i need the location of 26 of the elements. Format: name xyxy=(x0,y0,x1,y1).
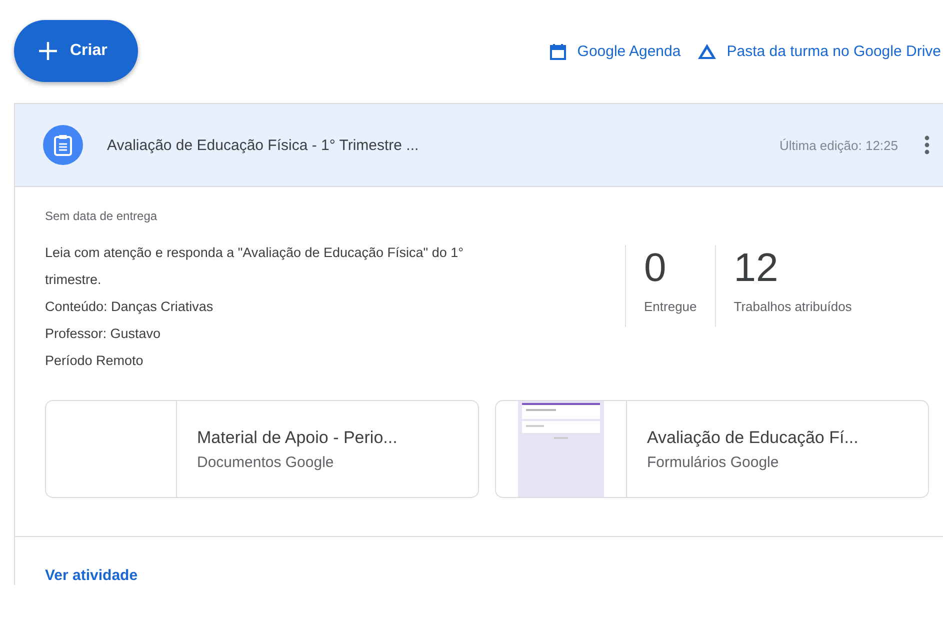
stat-number: 12 xyxy=(734,245,780,291)
more-icon[interactable] xyxy=(924,135,930,155)
view-activity-link[interactable]: Ver atividade xyxy=(45,567,138,584)
last-edit-time: Última edição: 12:25 xyxy=(779,138,898,152)
plus-icon xyxy=(38,40,58,60)
attachment-card[interactable]: Avaliação de Educação Fí... Formulários Google xyxy=(495,400,929,498)
assignment-icon xyxy=(43,125,83,165)
stat-label: Entregue xyxy=(644,299,697,314)
triangle-icon xyxy=(696,42,717,60)
description-line: Conteúdo: Danças Criativas xyxy=(45,298,214,316)
stat-label: Trabalhos atribuídos xyxy=(734,299,852,314)
assignment-title: Avaliação de Educação Física - 1° Trimestre ... xyxy=(107,136,420,154)
description-line: Professor: Gustavo xyxy=(45,325,162,343)
calendar-icon xyxy=(549,42,568,60)
create-button[interactable]: Criar xyxy=(14,20,138,82)
due-date: Sem data de entrega xyxy=(45,209,158,223)
description-line: Período Remoto xyxy=(45,352,144,370)
attachment-title: Avaliação de Educação Fí... xyxy=(647,428,858,448)
attachment-title: Material de Apoio - Perio... xyxy=(197,428,398,448)
header-link[interactable]: Google Agenda xyxy=(549,42,681,60)
header-link[interactable]: Pasta da turma no Google Drive xyxy=(696,42,941,60)
stat-number: 0 xyxy=(644,245,668,291)
attachment-card[interactable]: Material de Apoio - Perio... Documentos Google xyxy=(45,400,479,498)
description-line: Leia com atenção e responda a "Avaliação de Educação Física" do 1° trimestre. xyxy=(45,244,464,289)
attachment-type: Formulários Google xyxy=(647,454,780,470)
attachment-type: Documentos Google xyxy=(197,454,335,470)
